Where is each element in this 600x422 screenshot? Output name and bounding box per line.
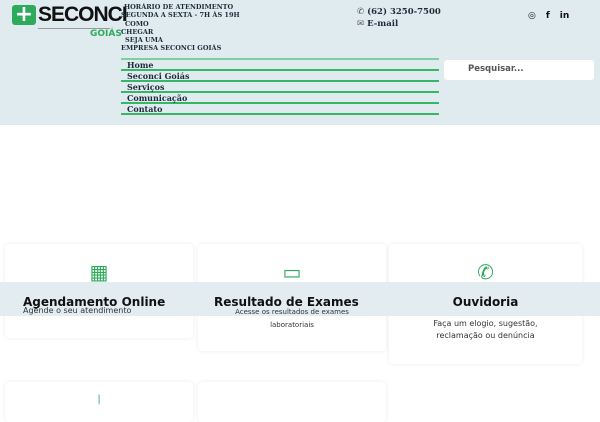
phone-icon: ✆ [357, 7, 365, 17]
card-desc-2: laboratoriais [270, 321, 314, 329]
phone-call-icon: ✆ [477, 260, 494, 284]
instagram-icon[interactable]: ◎ [528, 11, 536, 21]
phone-text: (62) 3250-7500 [367, 7, 441, 17]
main-nav: Home Seconci Goiás Serviços Comunicação … [121, 58, 439, 115]
empresa-link[interactable]: EMPRESA SECONCI GOIÁS [121, 44, 240, 52]
logo-region: GOIÁS [90, 29, 122, 39]
linkedin-icon[interactable]: in [560, 11, 570, 21]
hours: SEGUNDA A SEXTA - 7H ÀS 19H [121, 11, 240, 20]
info-links: HORÁRIO DE ATENDIMENTO SEGUNDA A SEXTA -… [121, 3, 240, 53]
logo[interactable]: + SECONCI GOIÁS [12, 4, 128, 39]
nav-seconci[interactable]: Seconci Goiás [121, 71, 439, 82]
nav-home[interactable]: Home [121, 60, 439, 71]
card-desc-2: reclamação ou denúncia [436, 331, 535, 340]
nav-contato[interactable]: Contato [121, 104, 439, 115]
card-desc: Acesse os resultados de exames [235, 308, 349, 316]
card-title: Ouvidoria [452, 295, 519, 309]
card-5[interactable] [198, 382, 386, 422]
chegar-link[interactable]: CHEGAR [121, 28, 240, 36]
facebook-icon[interactable]: f [546, 11, 550, 21]
contact: ✆ (62) 3250-7500 ✉ E-mail [357, 6, 441, 30]
calendar-icon: ▦ [89, 260, 109, 284]
card-desc: Faça um elogio, sugestão, [433, 319, 538, 328]
card-desc: Agende o seu atendimento [23, 306, 132, 315]
email-link[interactable]: ✉ E-mail [357, 18, 441, 30]
header: + SECONCI GOIÁS HORÁRIO DE ATENDIMENTO S… [0, 0, 600, 125]
phone-link[interactable]: ✆ (62) 3250-7500 [357, 6, 441, 18]
como-link[interactable]: COMO [121, 20, 240, 28]
mail-icon: ✉ [357, 19, 365, 29]
cross-icon: + [12, 4, 36, 26]
devices-icon: ▭ [282, 260, 302, 284]
social-links: ◎ f in [528, 11, 569, 21]
email-text: E-mail [367, 19, 399, 29]
search-input[interactable]: Pesquisar... [444, 60, 594, 80]
card-4[interactable]: | [5, 382, 193, 422]
logo-brand: SECONCI [38, 3, 128, 26]
nav-servicos[interactable]: Serviços [121, 82, 439, 93]
nav-comunicacao[interactable]: Comunicação [121, 93, 439, 104]
